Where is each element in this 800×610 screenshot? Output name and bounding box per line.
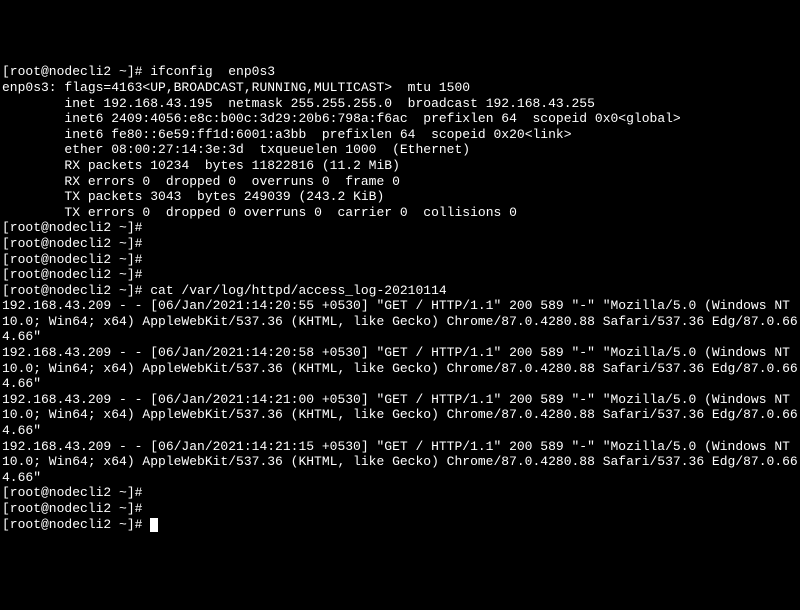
terminal-line: [root@nodecli2 ~]# bbox=[2, 517, 798, 533]
terminal-line: [root@nodecli2 ~]# bbox=[2, 236, 798, 252]
terminal-line: ether 08:00:27:14:3e:3d txqueuelen 1000 … bbox=[2, 142, 798, 158]
terminal-line: [root@nodecli2 ~]# bbox=[2, 267, 798, 283]
cursor bbox=[150, 518, 158, 532]
terminal-line: 192.168.43.209 - - [06/Jan/2021:14:20:58… bbox=[2, 345, 798, 392]
terminal-line: inet6 2409:4056:e8c:b00c:3d29:20b6:798a:… bbox=[2, 111, 798, 127]
terminal-line: [root@nodecli2 ~]# bbox=[2, 501, 798, 517]
terminal-output[interactable]: [root@nodecli2 ~]# ifconfig enp0s3enp0s3… bbox=[2, 64, 798, 532]
terminal-line: [root@nodecli2 ~]# bbox=[2, 220, 798, 236]
terminal-line: TX packets 3043 bytes 249039 (243.2 KiB) bbox=[2, 189, 798, 205]
terminal-line: inet6 fe80::6e59:ff1d:6001:a3bb prefixle… bbox=[2, 127, 798, 143]
terminal-line: 192.168.43.209 - - [06/Jan/2021:14:20:55… bbox=[2, 298, 798, 345]
terminal-line: [root@nodecli2 ~]# ifconfig enp0s3 bbox=[2, 64, 798, 80]
terminal-line: RX packets 10234 bytes 11822816 (11.2 Mi… bbox=[2, 158, 798, 174]
terminal-line: enp0s3: flags=4163<UP,BROADCAST,RUNNING,… bbox=[2, 80, 798, 96]
terminal-line: [root@nodecli2 ~]# cat /var/log/httpd/ac… bbox=[2, 283, 798, 299]
terminal-line: RX errors 0 dropped 0 overruns 0 frame 0 bbox=[2, 174, 798, 190]
terminal-line: TX errors 0 dropped 0 overruns 0 carrier… bbox=[2, 205, 798, 221]
terminal-line: 192.168.43.209 - - [06/Jan/2021:14:21:00… bbox=[2, 392, 798, 439]
terminal-line: [root@nodecli2 ~]# bbox=[2, 485, 798, 501]
terminal-line: [root@nodecli2 ~]# bbox=[2, 252, 798, 268]
terminal-line: inet 192.168.43.195 netmask 255.255.255.… bbox=[2, 96, 798, 112]
terminal-line: 192.168.43.209 - - [06/Jan/2021:14:21:15… bbox=[2, 439, 798, 486]
